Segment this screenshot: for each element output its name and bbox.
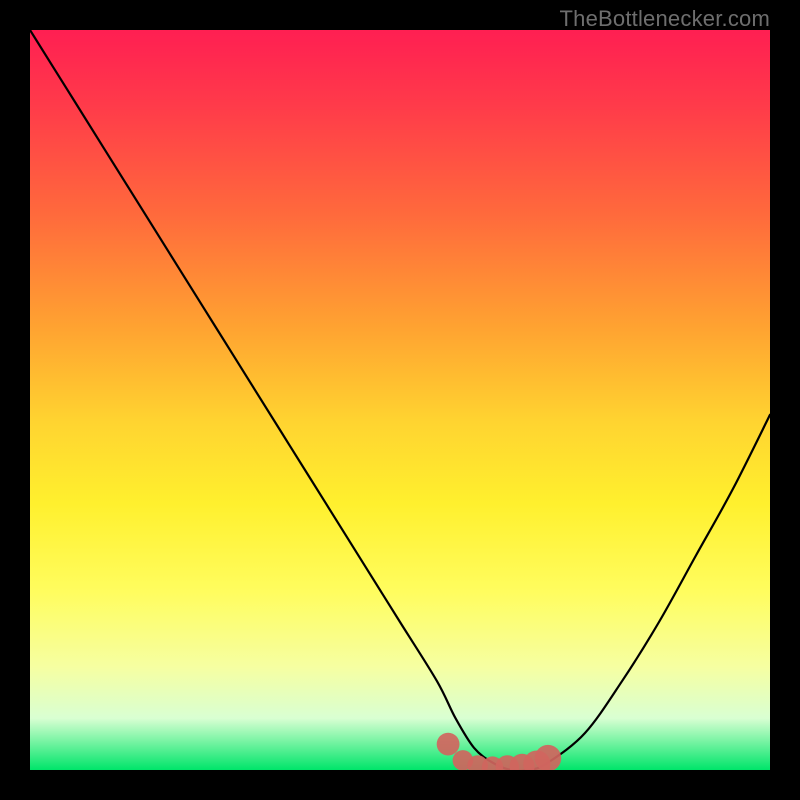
watermark-text: TheBottlenecker.com xyxy=(560,6,770,32)
chart-plot-area xyxy=(30,30,770,770)
chart-background-gradient xyxy=(30,30,770,770)
